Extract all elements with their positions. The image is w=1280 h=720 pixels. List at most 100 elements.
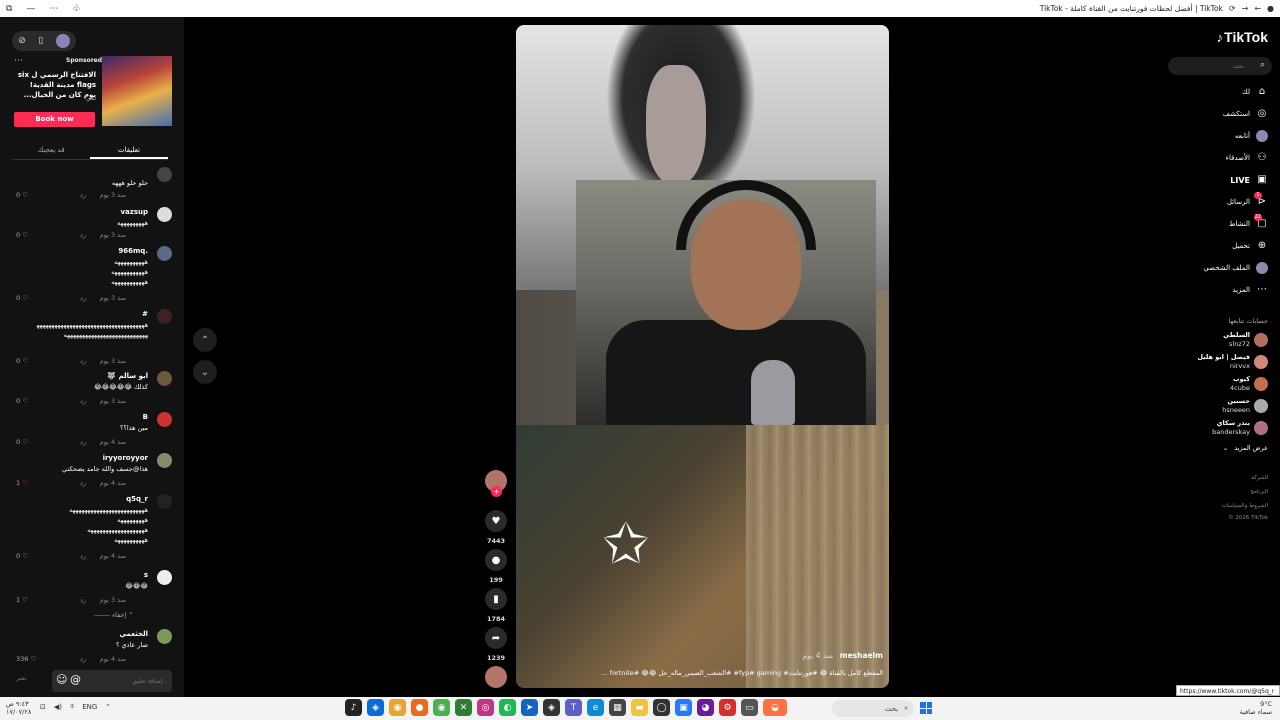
comment-username[interactable]: # xyxy=(142,310,148,318)
widgets-icon[interactable]: ◒ xyxy=(763,699,787,716)
comment-avatar[interactable] xyxy=(157,371,172,386)
search-icon[interactable]: ⌕ xyxy=(1260,60,1265,70)
sidebar-item-messages[interactable]: الرسائل ⊳ 1 xyxy=(1227,192,1268,210)
following-account[interactable]: بندر سكاي banderskay xyxy=(1168,419,1268,439)
extensions-icon[interactable]: ♧ xyxy=(72,4,80,14)
forward-icon[interactable]: → xyxy=(1242,4,1249,13)
following-account[interactable]: كيوب 4cube xyxy=(1168,375,1268,395)
comment-username[interactable]: q5q_r xyxy=(126,495,148,503)
phone-icon[interactable]: ▯ xyxy=(38,36,43,46)
circle-app-icon[interactable]: ◯ xyxy=(653,699,670,716)
share-action[interactable]: ➦ 1239 xyxy=(484,627,508,662)
bookmark-icon[interactable]: ▮ xyxy=(485,588,507,610)
language-indicator[interactable]: ENG xyxy=(82,703,97,711)
next-video-button[interactable]: ⌄ xyxy=(193,360,217,384)
account-avatar[interactable] xyxy=(1254,355,1268,369)
reply-button[interactable]: رد xyxy=(80,397,86,405)
account-avatar[interactable] xyxy=(1254,421,1268,435)
comment-username[interactable]: s xyxy=(144,571,148,579)
comment-like-button[interactable]: 0 ♡ xyxy=(16,294,28,302)
profile-icon[interactable]: ● xyxy=(1267,4,1274,13)
sound-avatar[interactable] xyxy=(484,666,508,688)
like-action[interactable]: ♥ 7443 xyxy=(484,510,508,545)
comment-avatar[interactable] xyxy=(157,309,172,324)
notification-icon[interactable]: ⊡ xyxy=(40,703,46,711)
comment-avatar[interactable] xyxy=(157,246,172,261)
reply-button[interactable]: رد xyxy=(80,231,86,239)
share-icon[interactable]: ➦ xyxy=(485,627,507,649)
comment-avatar[interactable] xyxy=(157,412,172,427)
restore-button[interactable]: ⧉ xyxy=(6,4,12,14)
see-more-button[interactable]: ⌄ عرض المزيد xyxy=(1223,444,1268,452)
comment-like-button[interactable]: 1 ♡ xyxy=(16,596,28,604)
reply-button[interactable]: رد xyxy=(80,438,86,446)
following-account[interactable]: حسنين hsneeen xyxy=(1168,397,1268,417)
windows-start-icon[interactable] xyxy=(920,702,932,714)
minimize-button[interactable]: — xyxy=(26,4,35,14)
comment-like-button[interactable]: 0 ♡ xyxy=(16,231,28,239)
tab-comments[interactable]: تعليقات xyxy=(90,144,168,159)
reply-button[interactable]: رد xyxy=(80,357,86,365)
ad-thumbnail[interactable] xyxy=(102,56,172,126)
steam-app-icon[interactable]: ◈ xyxy=(367,699,384,716)
previous-video-button[interactable]: ⌃ xyxy=(193,328,217,352)
creator-avatar-button[interactable]: + xyxy=(484,470,508,497)
comment-avatar[interactable] xyxy=(157,570,172,585)
reply-button[interactable]: رد xyxy=(80,552,86,560)
book-now-button[interactable]: Book now xyxy=(14,112,95,127)
volume-icon[interactable]: ◀) xyxy=(54,703,62,711)
follow-plus-icon[interactable]: + xyxy=(491,486,502,497)
taskbar-search[interactable]: بحث ⌕ xyxy=(832,700,914,717)
footer-company[interactable]: الشركة xyxy=(1251,475,1268,481)
taskview-icon[interactable]: ▭ xyxy=(741,699,758,716)
sidebar-item-profile[interactable]: الملف الشخصي xyxy=(1203,260,1268,276)
spotify-app-icon[interactable]: ◐ xyxy=(499,699,516,716)
sidebar-item-upload[interactable]: تحميل ⊕ xyxy=(1232,238,1268,254)
more-menu-button[interactable]: ⋯ xyxy=(49,4,58,14)
tab-you-may-like[interactable]: قد يعجبك xyxy=(12,144,90,159)
reply-button[interactable]: رد xyxy=(80,294,86,302)
tray-chevron-icon[interactable]: ⌃ xyxy=(105,703,111,711)
following-account[interactable]: فيصل | ابو هليل nirvvx xyxy=(1168,353,1268,373)
account-avatar[interactable] xyxy=(1254,399,1268,413)
account-avatar[interactable] xyxy=(1254,333,1268,347)
reload-icon[interactable]: ⟳ xyxy=(1229,4,1236,13)
comment-username[interactable]: الخثعمي xyxy=(119,630,148,638)
steam-client-icon[interactable]: ◈ xyxy=(543,699,560,716)
file-explorer-icon[interactable]: ▬ xyxy=(631,699,648,716)
comment-like-button[interactable]: 1 ♡ xyxy=(16,479,28,487)
comment-avatar[interactable] xyxy=(157,453,172,468)
xbox-app-icon[interactable]: ✕ xyxy=(455,699,472,716)
sidebar-item-more[interactable]: المزيد ⋯ xyxy=(1232,282,1268,298)
tiktok-app-icon[interactable]: ♪ xyxy=(345,699,362,716)
mic-icon[interactable]: ⌽ xyxy=(70,702,74,711)
music-disc-icon[interactable] xyxy=(485,666,507,688)
post-button[interactable]: نشر xyxy=(16,675,26,682)
teams-app-icon[interactable]: T xyxy=(565,699,582,716)
comment-avatar[interactable] xyxy=(157,167,172,182)
reply-button[interactable]: رد xyxy=(80,596,86,604)
emoji-icon[interactable]: ☺ xyxy=(56,673,67,686)
comment-avatar[interactable] xyxy=(157,207,172,222)
video-author[interactable]: منذ 4 يوم meshaelm xyxy=(803,651,883,660)
hide-replies[interactable]: ⸻ إخفاء ⌃ xyxy=(94,609,134,619)
comment-like-button[interactable]: 0 ♡ xyxy=(16,552,28,560)
save-action[interactable]: ▮ 1784 xyxy=(484,588,508,623)
mention-icon[interactable]: @ xyxy=(70,673,81,686)
comment-username[interactable]: iryyoroyyor xyxy=(103,454,148,462)
video-author-name[interactable]: meshaelm xyxy=(840,651,883,660)
account-avatar[interactable] xyxy=(1254,377,1268,391)
comment-like-button[interactable]: 0 ♡ xyxy=(16,191,28,199)
edge-app-icon[interactable]: e xyxy=(587,699,604,716)
calculator-app-icon[interactable]: ▦ xyxy=(609,699,626,716)
tiktok-logo[interactable]: ♪TikTok xyxy=(1217,29,1268,45)
comment-username[interactable]: vazsup xyxy=(120,208,148,216)
comment-avatar[interactable] xyxy=(157,494,172,509)
weather-widget[interactable]: 9°C سماء صافية xyxy=(1240,700,1272,716)
comment-input[interactable] xyxy=(108,674,168,688)
creator-avatar[interactable]: + xyxy=(485,470,507,497)
sidebar-item-live[interactable]: LIVE ▣ xyxy=(1230,172,1268,188)
heart-icon[interactable]: ♥ xyxy=(485,510,507,532)
compass-icon[interactable]: ⊘ xyxy=(18,36,26,46)
comment-like-button[interactable]: 336 ♡ xyxy=(16,655,36,663)
